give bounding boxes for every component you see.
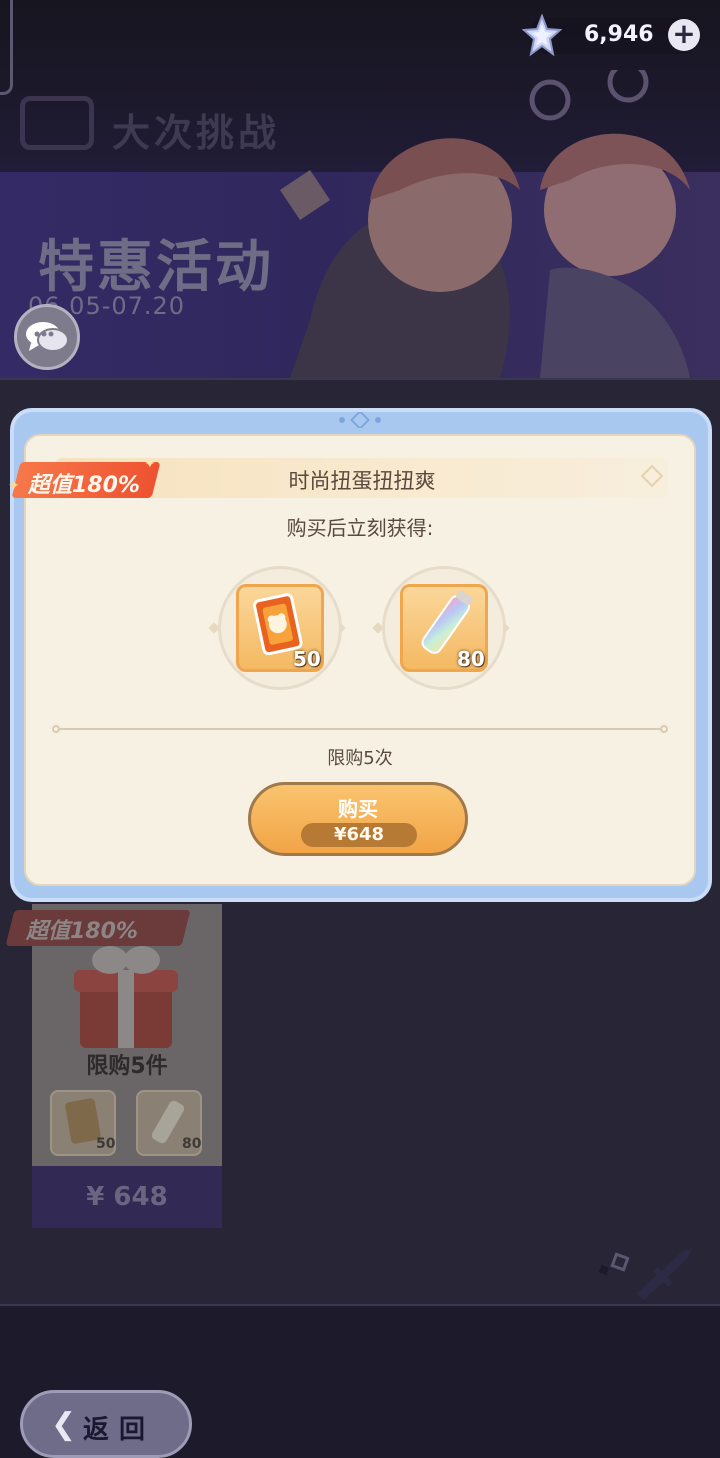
currency-value: 6,946	[584, 22, 654, 47]
modal-subtitle: 购买后立刻获得:	[286, 516, 434, 540]
item-count: 50	[96, 1136, 116, 1152]
reward-tile: 50	[236, 584, 324, 672]
gift-box-icon	[74, 946, 178, 1048]
back-button[interactable]: ❮ 返回	[20, 1390, 192, 1458]
chat-bubble-icon	[26, 322, 69, 352]
buy-button-label: 购买	[338, 797, 378, 821]
item-count: 80	[182, 1136, 202, 1152]
back-arrow-icon: ❮	[51, 1407, 77, 1442]
shop-card-price: ¥ 648	[86, 1182, 168, 1212]
chat-button[interactable]	[14, 304, 80, 370]
buy-button[interactable]: 购买 ¥648	[248, 782, 468, 856]
divider-end-dot	[52, 725, 60, 733]
buy-price: ¥648	[333, 824, 385, 845]
shop-item-card[interactable]: 超值180% 限购5件 50 80 ¥ 648	[5, 904, 222, 1228]
event-icon	[20, 96, 94, 150]
event-label: 大次挑战	[112, 111, 281, 155]
modal-top-ornament-icon	[339, 412, 381, 428]
divider-end-dot	[660, 725, 668, 733]
shop-card-item-card-pack: 50	[50, 1090, 116, 1156]
back-button-label: 返回	[83, 1415, 156, 1445]
purchase-limit: 限购5次	[327, 748, 393, 769]
shop-card-item-paint-tube: 80	[136, 1090, 202, 1156]
event-title: 特惠活动	[38, 235, 274, 300]
banner-characters-image	[280, 70, 690, 378]
side-tab[interactable]	[0, 0, 13, 95]
modal-divider	[56, 728, 664, 730]
value-badge: 超值180%	[28, 473, 140, 498]
item-count: 80	[457, 647, 485, 671]
shop-card-limit: 限购5件	[86, 1054, 168, 1079]
star-crystal-icon	[522, 14, 562, 57]
reward-tile: 80	[400, 584, 488, 672]
sword-decoration-icon	[598, 1248, 692, 1300]
sparkle-icon: ✦	[8, 478, 20, 494]
reward-item-paint-tube[interactable]: 80	[382, 566, 506, 690]
item-count: 50	[293, 647, 321, 671]
reward-item-card-pack[interactable]: 50	[218, 566, 342, 690]
add-currency-button[interactable]: +	[668, 19, 700, 51]
sparkle-icon: ✦	[144, 456, 156, 472]
